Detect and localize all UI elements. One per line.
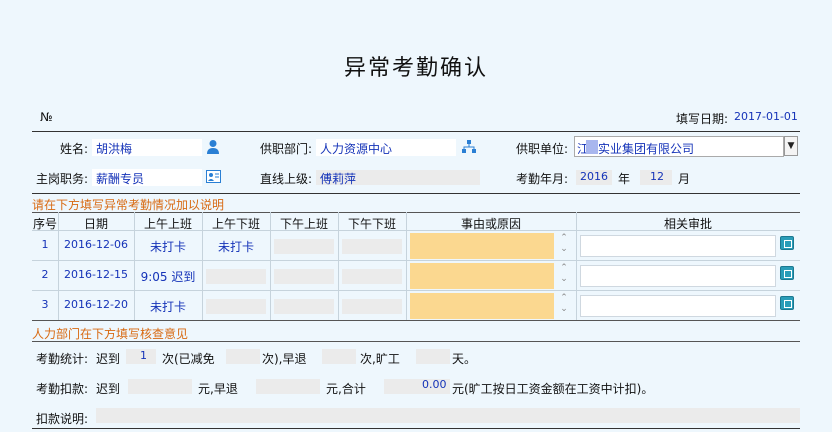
divider <box>32 193 800 194</box>
deduct-late-label: 迟到 <box>96 382 121 396</box>
deduct-note: 元(旷工按日工资金额在工资中计扣)。 <box>452 382 654 396</box>
month-unit: 月 <box>678 172 691 186</box>
name-label: 姓名: <box>60 142 89 156</box>
month-value: 12 <box>650 170 664 183</box>
stats-absent-text: 次,旷工 <box>360 352 400 366</box>
divider <box>32 341 800 342</box>
name-value: 胡洪梅 <box>96 142 133 156</box>
unit-label: 供职单位: <box>516 142 569 156</box>
row-am-in: 未打卡 <box>149 240 186 254</box>
approval-lookup-icon[interactable] <box>780 296 794 310</box>
form-number-label: № <box>40 110 53 124</box>
month-label: 考勤年月: <box>516 172 569 186</box>
row-am-in: 未打卡 <box>149 300 186 314</box>
year-value: 2016 <box>580 170 608 183</box>
reason-textarea[interactable] <box>410 293 554 319</box>
stats-days-text: 天。 <box>452 352 477 366</box>
stats-exempt-text: 次(已减免 <box>162 352 215 366</box>
column-divider <box>338 212 339 320</box>
column-divider <box>270 212 271 320</box>
early-count-field[interactable] <box>322 349 356 364</box>
approval-lookup-icon[interactable] <box>780 266 794 280</box>
row-pm-in[interactable] <box>274 269 334 284</box>
divider <box>32 131 800 132</box>
superior-value: 傅莉萍 <box>320 172 357 186</box>
post-label: 主岗职务: <box>36 172 89 186</box>
deduct-total-text: 元,合计 <box>326 382 366 396</box>
approval-field[interactable] <box>580 235 776 257</box>
row-divider <box>32 260 800 261</box>
year-unit: 年 <box>618 172 631 186</box>
dept-value: 人力资源中心 <box>320 142 393 156</box>
explain-label: 扣款说明: <box>36 412 89 426</box>
chevron-down-icon[interactable]: ▼ <box>784 136 798 156</box>
redaction <box>586 140 598 154</box>
row-am-out[interactable] <box>206 299 266 314</box>
divider <box>32 428 800 429</box>
page-title: 异常考勤确认 <box>343 56 488 81</box>
deduct-label: 考勤扣款: <box>36 382 89 396</box>
spinner-icon[interactable]: ⌃ ⌄ <box>558 263 570 287</box>
row-no: 2 <box>41 268 49 281</box>
row-pm-in[interactable] <box>274 239 334 254</box>
unit-value: 实业集团有限公司 <box>598 142 695 156</box>
reason-textarea[interactable] <box>410 233 554 259</box>
fill-date-label: 填写日期: <box>676 112 729 126</box>
column-divider <box>576 212 577 320</box>
late-deduct-field[interactable] <box>128 379 192 394</box>
row-no: 3 <box>41 298 49 311</box>
divider <box>32 320 800 321</box>
dept-label: 供职部门: <box>260 142 313 156</box>
approval-field[interactable] <box>580 295 776 317</box>
row-date: 2016-12-20 <box>64 298 128 311</box>
late-count-value: 1 <box>140 349 147 362</box>
stats-late-label: 迟到 <box>96 352 121 366</box>
stats-label: 考勤统计: <box>36 352 89 366</box>
row-divider <box>32 230 800 231</box>
row-date: 2016-12-15 <box>64 268 128 281</box>
absent-count-field[interactable] <box>416 349 450 364</box>
reason-textarea[interactable] <box>410 263 554 289</box>
row-pm-out[interactable] <box>342 239 402 254</box>
row-pm-out[interactable] <box>342 269 402 284</box>
deduct-early-text: 元,早退 <box>198 382 238 396</box>
org-chart-icon[interactable] <box>462 140 476 157</box>
exempt-count-field[interactable] <box>226 349 260 364</box>
row-date: 2016-12-06 <box>64 238 128 251</box>
section-title-anomaly: 请在下方填写异常考勤情况加以说明 <box>32 198 225 212</box>
spinner-icon[interactable]: ⌃ ⌄ <box>558 293 570 317</box>
post-value: 薪酬专员 <box>96 172 145 186</box>
row-pm-out[interactable] <box>342 299 402 314</box>
row-am-in: 9:05 迟到 <box>140 270 196 284</box>
row-pm-in[interactable] <box>274 299 334 314</box>
row-divider <box>32 290 800 291</box>
column-divider <box>406 212 407 320</box>
row-no: 1 <box>41 238 49 251</box>
section-title-hr: 人力部门在下方填写核查意见 <box>32 327 189 341</box>
total-deduct-value: 0.00 <box>422 378 447 391</box>
approval-field[interactable] <box>580 265 776 287</box>
column-divider <box>202 212 203 320</box>
divider <box>32 212 800 213</box>
stats-early-text: 次),早退 <box>262 352 307 366</box>
early-deduct-field[interactable] <box>256 379 320 394</box>
explain-field[interactable] <box>96 408 800 423</box>
row-am-out: 未打卡 <box>217 240 254 254</box>
row-am-out[interactable] <box>206 269 266 284</box>
contact-card-icon[interactable] <box>206 170 221 186</box>
spinner-icon[interactable]: ⌃ ⌄ <box>558 233 570 257</box>
person-icon[interactable] <box>206 139 220 154</box>
fill-date-value[interactable]: 2017-01-01 <box>734 110 798 123</box>
approval-lookup-icon[interactable] <box>780 236 794 250</box>
superior-label: 直线上级: <box>260 172 313 186</box>
